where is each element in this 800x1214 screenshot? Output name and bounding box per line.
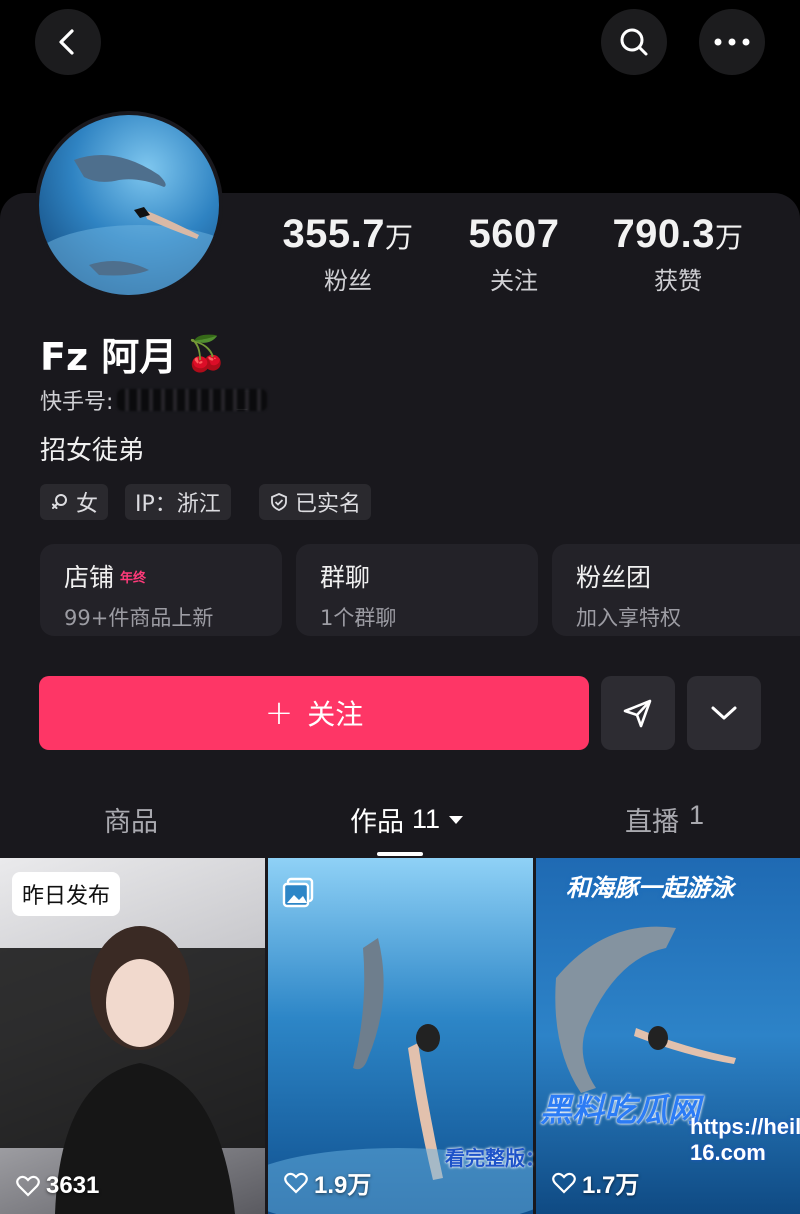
tab-works-label: 作品 [350,807,404,838]
kuaishou-id: 快手号: [40,384,268,416]
profile-bio: 招女徒弟 [40,436,145,466]
thumbnail-2-likes: 1.9万 [284,1165,371,1200]
back-button[interactable] [35,9,101,75]
tab-works-count: 11 [412,804,441,834]
thumbnail-1-likes: 3631 [16,1172,99,1200]
stat-fans-value: 355.7万 [282,212,414,256]
more-icon [714,38,750,46]
send-icon [623,699,652,728]
tag-gender: 女 [40,484,109,520]
thumbnail-3-likes-count: 1.7万 [582,1172,640,1199]
stat-likes-label: 获赞 [654,267,702,295]
top-bar [0,0,800,100]
tag-verified-text: 已实名 [295,492,362,517]
share-button[interactable] [601,676,675,750]
tag-gender-text: 女 [76,492,99,517]
feature-fan-club-title: 粉丝团 [576,563,652,592]
feature-shop-title: 店铺 [64,563,115,592]
heart-icon [284,1172,308,1194]
search-button[interactable] [601,9,667,75]
stat-following[interactable]: 5607 关注 [434,212,594,296]
stat-likes[interactable]: 790.3万 获赞 [598,212,758,296]
thumbnail-3-likes: 1.7万 [552,1165,639,1200]
follow-button[interactable]: + 关注 [39,676,589,750]
heart-icon [16,1175,40,1197]
cherry-emoji: 🍒 [185,333,228,374]
chevron-left-icon [59,29,74,55]
stat-fans[interactable]: 355.7万 粉丝 [268,212,428,296]
tab-live-count: 1 [689,800,705,830]
chevron-down-icon [711,706,737,720]
tag-verified: 已实名 [259,484,372,520]
search-icon [620,28,648,56]
thumbnail-3-title: 和海豚一起游泳 [566,874,734,902]
feature-group-chat[interactable]: 群聊 1个群聊 [296,544,538,636]
feature-shop-badge: 年终 [120,570,147,586]
heart-icon [552,1172,576,1194]
plus-icon: + [264,693,294,733]
profile-name: Fz 阿月 🍒 [40,326,228,381]
feature-fan-club[interactable]: 粉丝团 加入享特权 [552,544,800,636]
caret-down-icon [449,815,464,824]
more-button[interactable] [699,9,765,75]
thumbnail-1-likes-count: 3631 [46,1172,100,1199]
feature-group-chat-subtitle: 1个群聊 [320,606,397,630]
tag-ip-text: IP：浙江 [135,492,221,517]
tab-works[interactable]: 作品 11 [350,800,464,839]
thumbnail-2-likes-count: 1.9万 [314,1172,372,1199]
tag-ip: IP：浙江 [125,484,231,520]
stat-following-value: 5607 [468,212,560,256]
video-thumbnail-1[interactable]: 昨日发布 3631 [0,858,265,1214]
tab-indicator [377,852,423,856]
avatar-dolphin-image [39,155,219,295]
watermark-url: https://heiliao-16.com [690,1114,800,1165]
tab-products-label: 商品 [104,807,158,838]
stat-likes-value: 790.3万 [612,212,744,256]
image-post-icon [282,877,314,908]
tab-live[interactable]: 直播 1 [625,800,704,839]
stat-fans-label: 粉丝 [324,267,372,295]
feature-shop-subtitle: 99+件商品上新 [64,606,214,630]
avatar[interactable] [35,111,223,299]
posted-yesterday-badge: 昨日发布 [12,872,121,916]
feature-shop[interactable]: 店铺 年终 99+件商品上新 [40,544,282,636]
kuaishou-id-label: 快手号: [40,390,114,415]
tab-live-label: 直播 [625,807,679,838]
more-actions-button[interactable] [687,676,761,750]
profile-name-text: Fz 阿月 [40,335,178,379]
feature-fan-club-subtitle: 加入享特权 [576,606,681,630]
stat-following-label: 关注 [490,267,538,295]
feature-group-chat-title: 群聊 [320,563,371,592]
watermark-site-name: 黑料吃瓜网 [540,1091,701,1129]
female-icon [52,494,67,509]
kuaishou-id-redacted [117,389,268,411]
watermark-prefix: 看完整版： [445,1146,545,1170]
tab-products[interactable]: 商品 [104,800,158,839]
follow-button-label: 关注 [307,698,364,731]
verified-shield-icon [271,493,287,511]
